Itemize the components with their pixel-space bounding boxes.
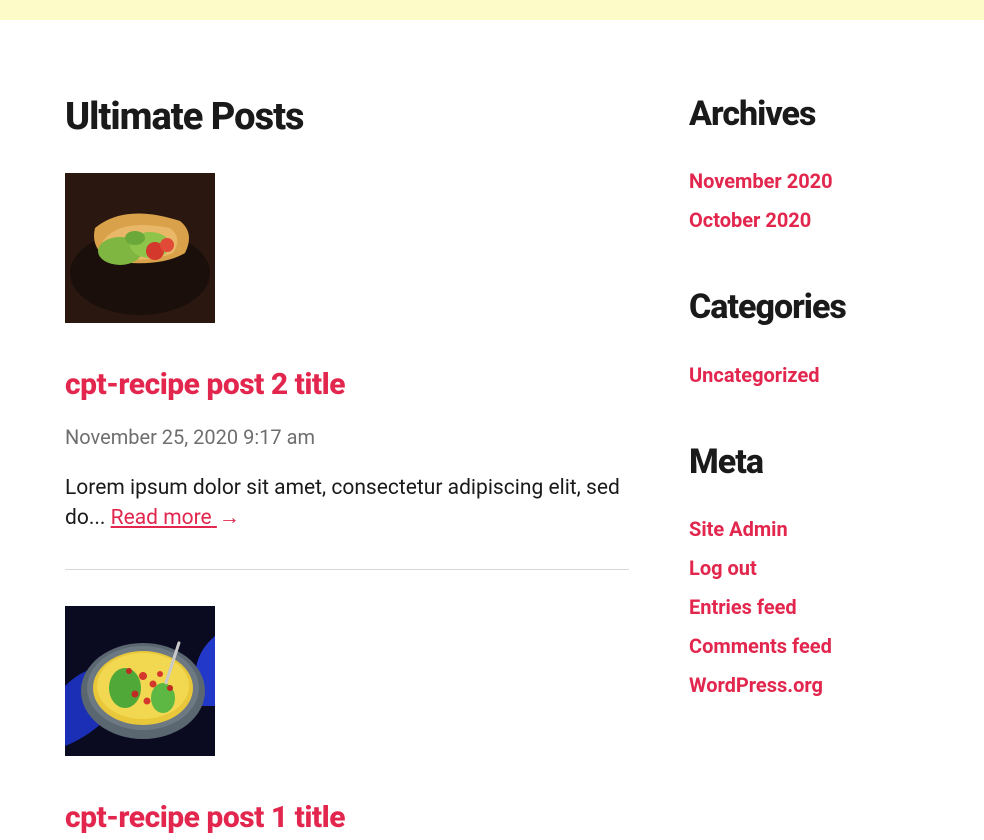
archives-widget: Archives November 2020 October 2020 <box>689 90 919 235</box>
list-item: Entries feed <box>689 593 919 622</box>
main-content: Ultimate Posts cpt-recipe post 2 title <box>65 90 629 840</box>
meta-link-entries-feed[interactable]: Entries feed <box>689 595 797 619</box>
meta-widget: Meta Site Admin Log out Entries feed Com… <box>689 438 919 700</box>
widget-title: Archives <box>689 90 919 139</box>
post-thumbnail-image <box>65 173 215 323</box>
category-link[interactable]: Uncategorized <box>689 363 820 387</box>
archive-link[interactable]: November 2020 <box>689 169 833 193</box>
meta-list: Site Admin Log out Entries feed Comments… <box>689 515 919 700</box>
post-title: cpt-recipe post 1 title <box>65 796 629 840</box>
post-item: cpt-recipe post 1 title <box>65 606 629 840</box>
list-item: Log out <box>689 554 919 583</box>
categories-widget: Categories Uncategorized <box>689 283 919 389</box>
post-date: November 25, 2020 9:17 am <box>65 423 629 452</box>
post-title-link[interactable]: cpt-recipe post 2 title <box>65 367 345 402</box>
post-excerpt: Lorem ipsum dolor sit amet, consectetur … <box>65 473 629 534</box>
list-item: WordPress.org <box>689 671 919 700</box>
meta-link-logout[interactable]: Log out <box>689 556 757 580</box>
categories-list: Uncategorized <box>689 361 919 390</box>
widget-title: Categories <box>689 283 919 332</box>
sidebar: Archives November 2020 October 2020 Cate… <box>689 90 919 840</box>
post-item: cpt-recipe post 2 title November 25, 202… <box>65 173 629 570</box>
post-title-link[interactable]: cpt-recipe post 1 title <box>65 800 345 835</box>
arrow-right-icon: → <box>219 503 240 533</box>
meta-link-site-admin[interactable]: Site Admin <box>689 517 788 541</box>
read-more-label: Read more <box>111 506 212 530</box>
archive-link[interactable]: October 2020 <box>689 208 811 232</box>
list-item: October 2020 <box>689 206 919 235</box>
section-title: Ultimate Posts <box>65 90 629 145</box>
list-item: Site Admin <box>689 515 919 544</box>
list-item: Comments feed <box>689 632 919 661</box>
meta-link-wordpress[interactable]: WordPress.org <box>689 673 823 697</box>
post-title: cpt-recipe post 2 title <box>65 363 629 407</box>
meta-link-comments-feed[interactable]: Comments feed <box>689 634 832 658</box>
list-item: November 2020 <box>689 167 919 196</box>
widget-title: Meta <box>689 438 919 487</box>
list-item: Uncategorized <box>689 361 919 390</box>
post-separator <box>65 569 629 570</box>
post-thumbnail-link[interactable] <box>65 173 629 323</box>
post-thumbnail-link[interactable] <box>65 606 629 756</box>
read-more-link[interactable]: Read more → <box>111 506 240 530</box>
post-thumbnail-image <box>65 606 215 756</box>
archives-list: November 2020 October 2020 <box>689 167 919 235</box>
top-banner <box>0 0 984 20</box>
